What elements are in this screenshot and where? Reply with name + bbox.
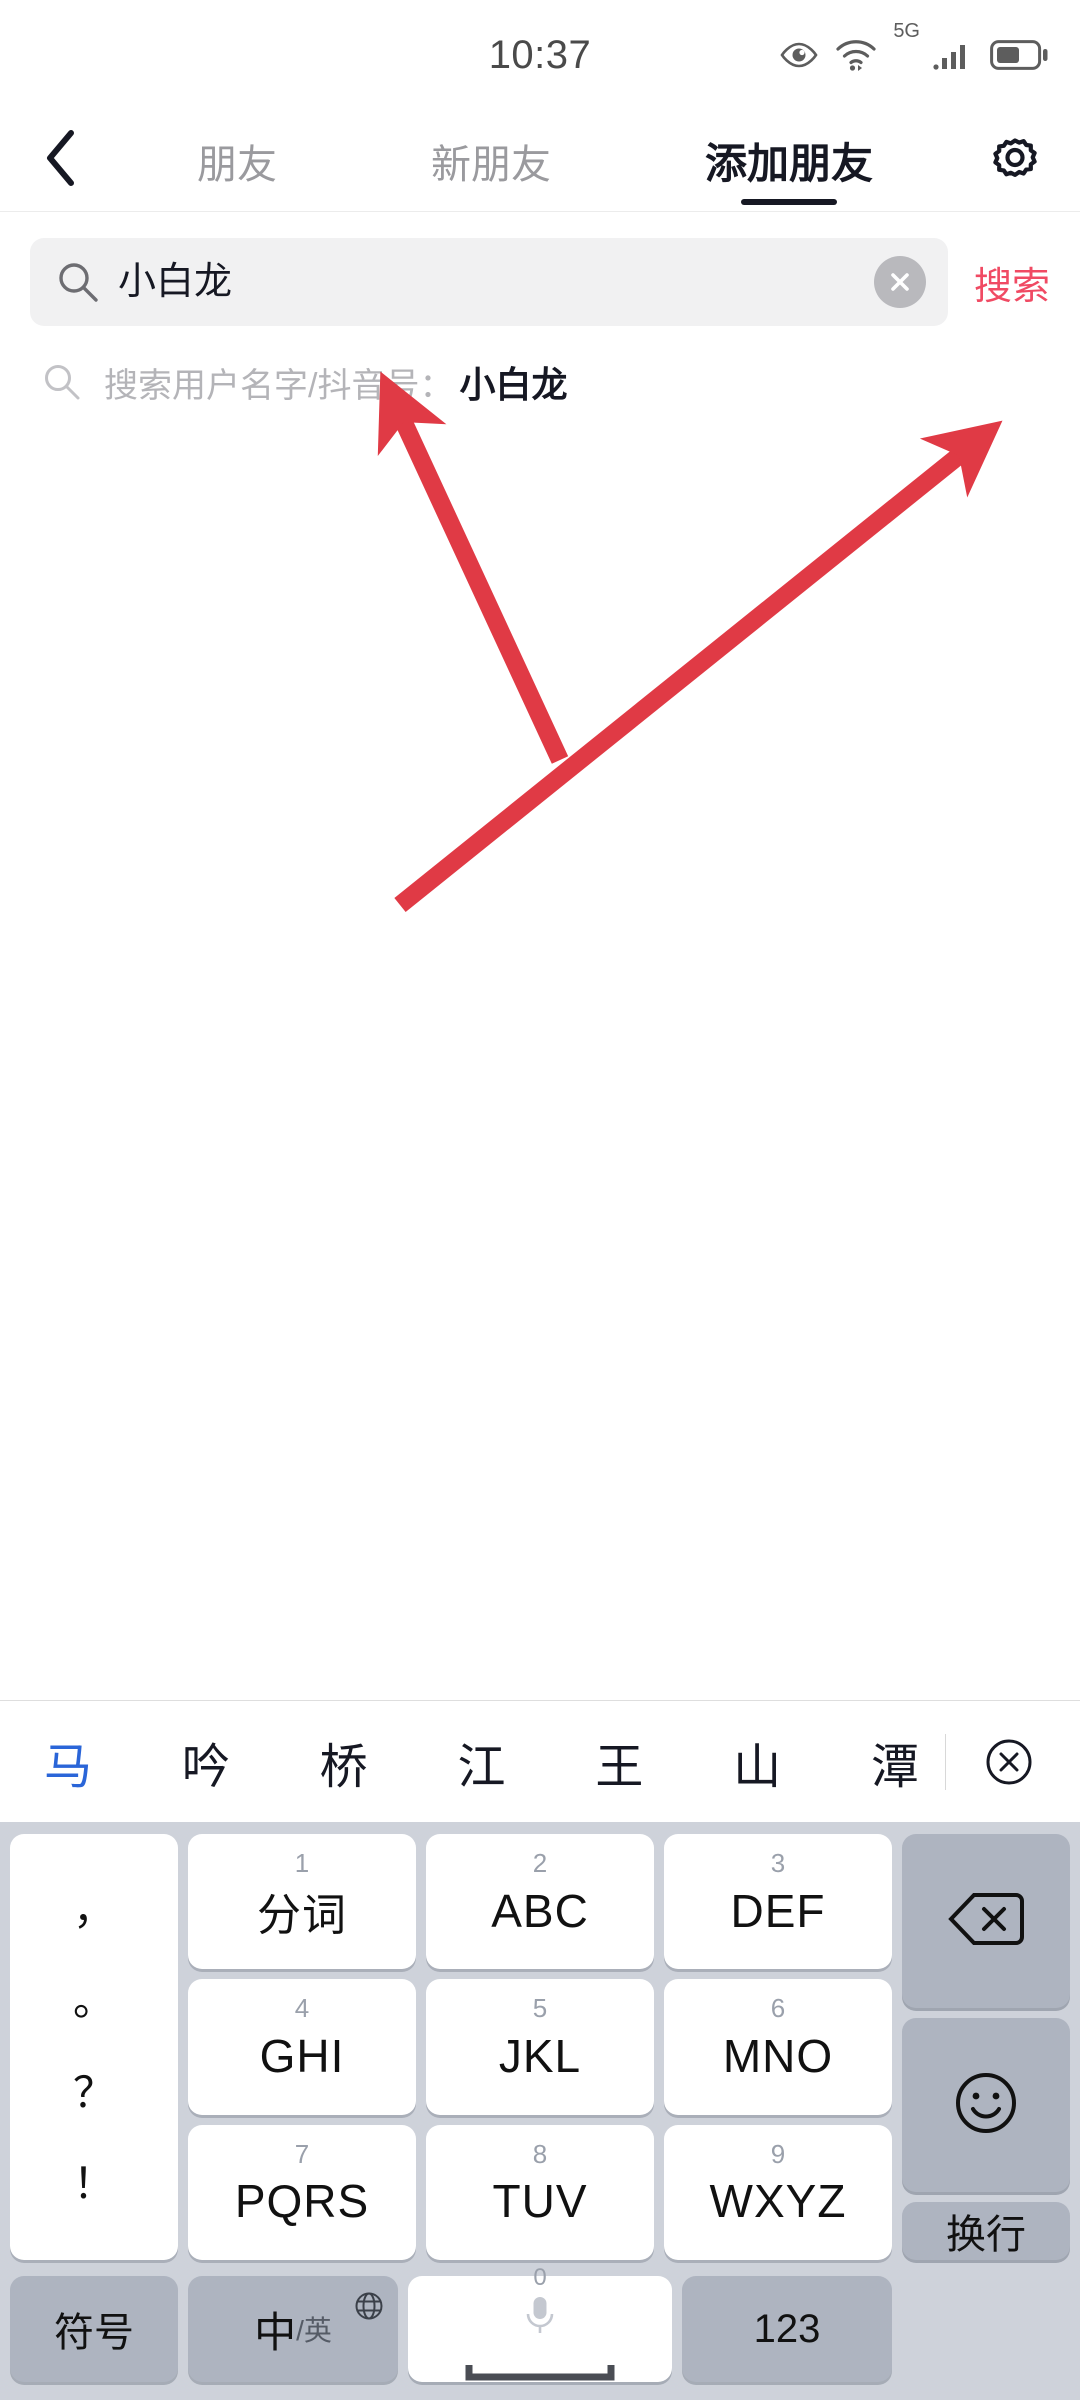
key-3[interactable]: 3 DEF (664, 1834, 892, 1970)
key-6-digit: 6 (770, 1993, 786, 2024)
tab-new-friends[interactable]: 新朋友 (417, 110, 565, 211)
key-7-label: PQRS (234, 2175, 370, 2228)
search-suggestion-row[interactable]: 搜索用户名字/抖音号： 小白龙 (0, 340, 1080, 424)
language-sub-label: /英 (296, 2315, 332, 2346)
candidate-item[interactable]: 王 (595, 1727, 643, 1797)
signal-icon (932, 40, 974, 70)
key-8-label: TUV (492, 2175, 588, 2228)
key-2-label: ABC (491, 1884, 589, 1937)
globe-icon (354, 2286, 384, 2331)
key-1-label: 分词 (257, 1890, 347, 1940)
keyboard-bottom-row: 符号 中 /英 0 123 (0, 2264, 1080, 2400)
candidate-list: 马 吟 桥 江 王 山 潭 (44, 1727, 945, 1797)
suggestion-query-label: 小白龙 (459, 364, 568, 405)
key-9-digit: 9 (770, 2138, 786, 2169)
candidate-item[interactable]: 潭 (871, 1727, 919, 1797)
space-key-digit: 0 (533, 2263, 547, 2291)
smiley-icon (953, 2070, 1019, 2141)
key-9[interactable]: 9 WXYZ (664, 2124, 892, 2260)
key-5-label: JKL (498, 2029, 582, 2082)
space-bracket-icon (465, 2350, 615, 2395)
candidate-item[interactable]: 江 (457, 1727, 505, 1797)
number-key-grid: 1 分词 2 ABC 3 DEF 4 GHI 5 JKL 6 MNO 7 PQR… (188, 1834, 892, 2260)
key-4-label: GHI (259, 2029, 345, 2082)
nav-tabs: 朋友 新朋友 添加朋友 (120, 110, 950, 211)
keyboard-function-column: 换行 (902, 1834, 1070, 2260)
key-5-digit: 5 (532, 1993, 548, 2024)
tab-new-friends-label: 新朋友 (430, 142, 551, 187)
candidate-item[interactable]: 桥 (320, 1727, 368, 1797)
backspace-key[interactable] (902, 1834, 1070, 2008)
candidate-item[interactable]: 马 (44, 1727, 92, 1797)
symbols-key[interactable]: 符号 (10, 2276, 178, 2382)
status-bar: 10:37 5G (0, 0, 1080, 110)
key-8[interactable]: 8 TUV (426, 2124, 654, 2260)
tab-friends[interactable]: 朋友 (183, 110, 291, 211)
search-submit-button[interactable]: 搜索 (974, 255, 1050, 310)
key-4[interactable]: 4 GHI (188, 1979, 416, 2115)
punct-exclaim-key[interactable]: ！ (73, 2163, 115, 2205)
keyboard-main: ， 。 ？ ！ 1 分词 2 ABC 3 DEF 4 GHI 5 JKL 6 M… (0, 1822, 1080, 2276)
search-input[interactable]: 小白龙 (30, 238, 948, 326)
punctuation-column-key[interactable]: ， 。 ？ ！ (10, 1834, 178, 2260)
emoji-key[interactable] (902, 2018, 1070, 2192)
search-input-value: 小白龙 (118, 261, 233, 303)
key-4-digit: 4 (294, 1993, 310, 2024)
key-8-digit: 8 (532, 2138, 548, 2169)
enter-key[interactable]: 换行 (902, 2202, 1070, 2260)
punct-comma-key[interactable]: ， (73, 1888, 115, 1931)
wifi-icon (835, 38, 877, 72)
tab-friends-label: 朋友 (196, 142, 277, 187)
key-6-label: MNO (722, 2029, 834, 2082)
back-button[interactable] (0, 129, 120, 192)
tab-add-friends-label: 添加朋友 (704, 140, 873, 187)
key-1[interactable]: 1 分词 (188, 1834, 416, 1970)
language-toggle-key[interactable]: 中 /英 (188, 2276, 398, 2382)
eye-care-icon (779, 41, 819, 69)
gear-icon (986, 129, 1044, 192)
candidate-bar: 马 吟 桥 江 王 山 潭 (0, 1700, 1080, 1822)
arrow-to-search-button (394, 420, 1003, 913)
close-circle-icon[interactable] (972, 1734, 1046, 1790)
backspace-icon (948, 1891, 1024, 1952)
key-3-digit: 3 (770, 1848, 786, 1878)
key-2-digit: 2 (532, 1848, 548, 1878)
microphone-icon[interactable] (521, 2294, 559, 2350)
candidate-item[interactable]: 吟 (182, 1727, 230, 1797)
key-6[interactable]: 6 MNO (664, 1979, 892, 2115)
numeric-key[interactable]: 123 (682, 2276, 892, 2382)
candidate-item[interactable]: 山 (733, 1727, 781, 1797)
key-9-label: WXYZ (709, 2175, 847, 2228)
battery-icon (990, 40, 1048, 70)
search-row: 小白龙 搜索 (0, 212, 1080, 340)
keyboard: 马 吟 桥 江 王 山 潭 ， 。 ？ ！ 1 分词 2 ABC 3 DEF 4… (0, 1700, 1080, 2400)
key-5[interactable]: 5 JKL (426, 1979, 654, 2115)
punct-period-key[interactable]: 。 (73, 1980, 115, 2022)
key-2[interactable]: 2 ABC (426, 1834, 654, 1970)
key-7[interactable]: 7 PQRS (188, 2124, 416, 2260)
candidate-divider (945, 1733, 946, 1790)
tab-add-friends[interactable]: 添加朋友 (691, 110, 887, 211)
settings-button[interactable] (950, 129, 1080, 192)
status-icons: 5G (779, 0, 1048, 110)
search-icon (56, 260, 100, 304)
suggestion-prefix-label: 搜索用户名字/抖音号： (104, 366, 454, 405)
tab-active-underline (740, 199, 837, 205)
key-1-digit: 1 (294, 1848, 310, 1878)
language-main-label: 中 (254, 2308, 297, 2356)
clear-circle-icon[interactable] (873, 256, 926, 308)
space-key[interactable]: 0 (408, 2264, 672, 2382)
key-3-label: DEF (730, 1884, 826, 1937)
key-7-digit: 7 (294, 2138, 310, 2169)
arrow-to-search-input (377, 371, 569, 764)
network-type-label: 5G (893, 20, 920, 42)
chevron-left-icon (43, 129, 77, 192)
punct-question-key[interactable]: ？ (73, 2071, 115, 2114)
nav-bar: 朋友 新朋友 添加朋友 (0, 110, 1080, 212)
search-icon (42, 362, 82, 402)
